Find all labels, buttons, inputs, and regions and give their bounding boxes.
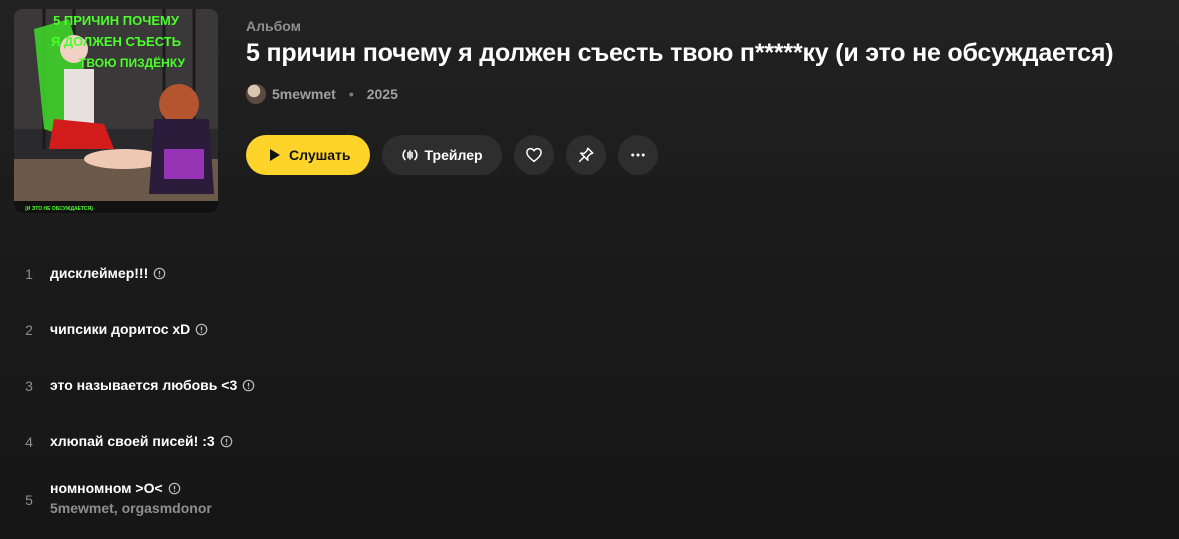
- track-number: 5: [25, 492, 33, 508]
- album-cover[interactable]: 5 ПРИЧИН ПОЧЕМУ Я ДОЛЖЕН СЪЕСТЬ ТВОЮ ПИЗ…: [14, 9, 218, 213]
- meta-separator: •: [348, 86, 354, 102]
- album-title: 5 причин почему я должен съесть твою п**…: [246, 39, 1114, 67]
- track-title-row: хлюпай своей писей! :3: [50, 433, 233, 449]
- trailer-button[interactable]: Трейлер: [381, 135, 502, 175]
- info-icon[interactable]: [195, 323, 208, 336]
- more-dots-icon: [630, 153, 645, 157]
- cover-line-1: 5 ПРИЧИН ПОЧЕМУ: [53, 13, 180, 28]
- info-icon[interactable]: [168, 482, 181, 495]
- play-icon: [270, 149, 280, 161]
- artist-link[interactable]: 5mewmet: [272, 86, 336, 102]
- track-number: 1: [25, 266, 33, 282]
- track-title-row: номномном >O<: [50, 480, 181, 496]
- pin-icon: [578, 147, 594, 163]
- heart-icon: [525, 147, 542, 163]
- track-title-row: это называется любовь <3: [50, 377, 255, 393]
- artist-row: 5mewmet • 2025: [246, 84, 1169, 104]
- cover-line-3: ТВОЮ ПИЗДЁНКУ: [79, 55, 185, 70]
- track-artists[interactable]: 5mewmet, orgasmdonor: [50, 500, 212, 516]
- track-row-1[interactable]: 1 дисклеймер!!!: [0, 245, 1179, 301]
- track-list: 1 дисклеймер!!! 2 чипсики доритос xD 3 э…: [0, 245, 1179, 525]
- play-button[interactable]: Слушать: [246, 135, 370, 175]
- track-row-2[interactable]: 2 чипсики доритос xD: [0, 301, 1179, 357]
- artist-avatar[interactable]: [246, 84, 266, 104]
- track-title[interactable]: это называется любовь <3: [50, 377, 237, 393]
- pin-button[interactable]: [565, 135, 606, 175]
- play-button-label: Слушать: [289, 147, 351, 163]
- track-number: 2: [25, 322, 33, 338]
- info-icon[interactable]: [242, 379, 255, 392]
- track-row-3[interactable]: 3 это называется любовь <3: [0, 357, 1179, 413]
- track-row-4[interactable]: 4 хлюпай своей писей! :3: [0, 413, 1179, 469]
- track-title-row: чипсики доритос xD: [50, 321, 208, 337]
- info-icon[interactable]: [153, 267, 166, 280]
- album-page: 5 ПРИЧИН ПОЧЕМУ Я ДОЛЖЕН СЪЕСТЬ ТВОЮ ПИЗ…: [0, 0, 1179, 539]
- track-title[interactable]: хлюпай своей писей! :3: [50, 433, 215, 449]
- track-number: 4: [25, 434, 33, 450]
- track-row-5[interactable]: 5 номномном >O< 5mewmet, orgasmdonor: [0, 469, 1179, 525]
- album-year: 2025: [366, 86, 398, 102]
- track-title[interactable]: чипсики доритос xD: [50, 321, 190, 337]
- cover-caption: (И ЭТО НЕ ОБСУЖДАЕТСЯ): [25, 206, 93, 212]
- track-title[interactable]: дисклеймер!!!: [50, 265, 148, 281]
- trailer-wave-icon: [401, 149, 418, 161]
- track-number: 3: [25, 378, 33, 394]
- album-type-label: Альбом: [246, 18, 301, 34]
- album-cover-image: 5 ПРИЧИН ПОЧЕМУ Я ДОЛЖЕН СЪЕСТЬ ТВОЮ ПИЗ…: [14, 9, 218, 213]
- album-actions: Слушать Трейлер: [246, 135, 658, 175]
- more-button[interactable]: [617, 135, 658, 175]
- info-icon[interactable]: [220, 435, 233, 448]
- like-button[interactable]: [513, 135, 554, 175]
- trailer-button-label: Трейлер: [424, 147, 483, 163]
- track-title[interactable]: номномном >O<: [50, 480, 163, 496]
- track-title-row: дисклеймер!!!: [50, 265, 166, 281]
- cover-line-2: Я ДОЛЖЕН СЪЕСТЬ: [51, 34, 181, 49]
- album-meta: Альбом 5 причин почему я должен съесть т…: [246, 18, 1169, 104]
